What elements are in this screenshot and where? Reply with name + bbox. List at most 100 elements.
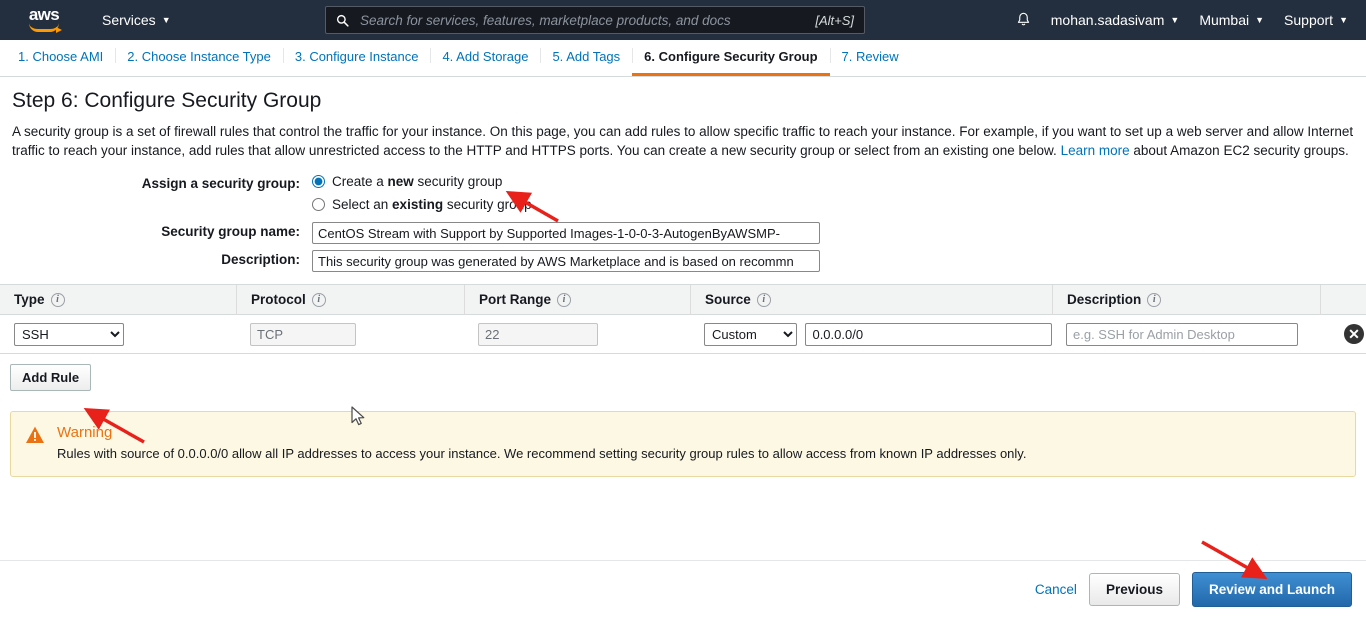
column-header-description-label: Description [1067,292,1142,307]
wizard-step-3[interactable]: 3. Configure Instance [282,40,431,76]
warning-body: Warning Rules with source of 0.0.0.0/0 a… [57,424,1026,462]
table-header-row: Type i Protocol i Port Range i Source i … [0,284,1366,315]
warning-text: Rules with source of 0.0.0.0/0 allow all… [57,446,1027,461]
rule-source-select[interactable]: Custom [704,322,798,346]
cell-description [1052,322,1320,346]
column-header-port-range: Port Range i [464,284,690,315]
column-header-type-label: Type [14,292,45,307]
column-header-type: Type i [0,285,236,315]
security-group-name-row: Security group name: [10,222,1356,244]
footer-actions: Cancel Previous Review and Launch [0,560,1366,618]
account-menu-label: mohan.sadasivam [1050,12,1165,28]
assign-security-group-row: Assign a security group: Create a new se… [10,174,1356,212]
wizard-step-1[interactable]: 1. Choose AMI [6,40,115,76]
wizard-step-7[interactable]: 7. Review [829,40,911,76]
radio-select-existing-suffix: security group [443,197,532,212]
search-input[interactable] [358,11,807,29]
info-circle-icon[interactable]: i [1147,292,1162,307]
table-row: SSH TCP 22 Custom ✕ [0,315,1366,353]
info-circle-icon[interactable]: i [557,292,572,307]
security-group-description-input[interactable] [312,250,820,272]
radio-select-existing-label: Select an existing security group [332,197,532,212]
info-circle-icon[interactable]: i [311,292,326,307]
wizard-step-tabs: 1. Choose AMI 2. Choose Instance Type 3.… [0,40,1366,77]
radio-create-new-label: Create a new security group [332,174,502,189]
add-rule-wrapper: Add Rule [0,354,1366,405]
column-header-port-range-label: Port Range [479,292,552,307]
rule-port-range-value: 22 [478,322,598,346]
wizard-step-3-label: 3. Configure Instance [294,49,419,64]
add-rule-button[interactable]: Add Rule [10,364,92,391]
region-menu[interactable]: Mumbai ▼ [1189,0,1274,40]
radio-create-new-bold: new [387,174,414,189]
wizard-step-5-label: 5. Add Tags [552,49,621,64]
radio-select-existing-bold: existing [392,197,444,212]
info-circle-icon[interactable]: i [756,292,771,307]
global-search-box[interactable]: [Alt+S] [325,6,865,34]
wizard-step-4-label: 4. Add Storage [442,49,529,64]
page-title: Step 6: Configure Security Group [12,89,322,112]
info-circle-icon[interactable]: i [50,292,65,307]
topnav-right-group: mohan.sadasivam ▼ Mumbai ▼ Support ▼ [1007,0,1358,40]
support-menu[interactable]: Support ▼ [1274,0,1358,40]
chevron-down-icon: ▼ [1255,14,1265,25]
services-menu-label: Services [102,12,156,28]
wizard-step-5[interactable]: 5. Add Tags [540,40,632,76]
learn-more-link[interactable]: Learn more [1061,143,1130,158]
top-navigation-bar: aws Services ▼ [Alt+S] mohan.sadasivam ▼… [0,0,1366,40]
chevron-down-icon: ▼ [161,14,171,25]
warning-banner: Warning Rules with source of 0.0.0.0/0 a… [10,411,1356,477]
column-header-protocol-label: Protocol [251,292,306,307]
previous-button[interactable]: Previous [1088,573,1180,606]
support-menu-label: Support [1284,12,1334,28]
wizard-step-2-label: 2. Choose Instance Type [127,49,271,64]
services-menu[interactable]: Services ▼ [92,0,181,40]
page-description-text-suffix: about Amazon EC2 security groups. [1133,143,1349,158]
radio-select-existing-prefix: Select an [332,197,393,212]
radio-create-new-security-group[interactable]: Create a new security group [312,174,532,189]
wizard-step-6[interactable]: 6. Configure Security Group [632,40,830,76]
wizard-step-7-label: 7. Review [841,49,899,64]
radio-create-new-prefix: Create a [332,174,388,189]
review-and-launch-button[interactable]: Review and Launch [1191,572,1352,607]
search-icon [336,14,349,27]
assign-security-group-options: Create a new security group Select an ex… [312,174,532,212]
search-shortcut-hint: [Alt+S] [815,12,854,28]
column-header-source: Source i [690,284,1052,315]
security-group-description-row: Description: [10,250,1356,272]
security-group-name-input[interactable] [312,222,820,244]
aws-logo-text: aws [28,5,60,24]
radio-create-new-suffix: security group [413,174,503,189]
chevron-down-icon: ▼ [1170,14,1180,25]
rule-description-input[interactable] [1066,322,1298,346]
chevron-down-icon: ▼ [1339,14,1348,25]
assign-security-group-label: Assign a security group: [141,176,300,191]
cancel-link[interactable]: Cancel [1035,582,1077,597]
cell-delete: ✕ [1320,324,1366,344]
region-menu-label: Mumbai [1199,12,1250,28]
cell-source: Custom [690,322,1052,346]
close-circle-icon[interactable]: ✕ [1344,324,1364,344]
rule-source-cidr-input[interactable] [805,322,1052,346]
warning-title: Warning [57,424,113,441]
page-content: Step 6: Configure Security Group A secur… [0,77,1366,272]
wizard-step-2[interactable]: 2. Choose Instance Type [115,40,283,76]
security-group-description-label: Description: [221,252,300,267]
radio-select-existing-input[interactable] [312,198,325,211]
warning-triangle-icon [26,426,44,443]
rule-protocol-value: TCP [250,322,356,346]
account-menu[interactable]: mohan.sadasivam ▼ [1041,0,1190,40]
radio-create-new-input[interactable] [312,175,325,188]
cell-port-range: 22 [464,322,690,346]
notifications-button[interactable] [1007,0,1041,40]
aws-logo[interactable]: aws [22,5,66,33]
column-header-source-label: Source [705,292,751,307]
rule-type-select[interactable]: SSH [14,322,124,346]
wizard-step-4[interactable]: 4. Add Storage [430,40,540,76]
aws-logo-smile-icon [29,23,62,33]
security-group-name-label: Security group name: [161,224,300,239]
column-header-actions [1320,284,1366,315]
column-header-description: Description i [1052,284,1320,315]
notifications-bell-icon [1018,12,1030,26]
radio-select-existing-security-group[interactable]: Select an existing security group [312,197,532,212]
